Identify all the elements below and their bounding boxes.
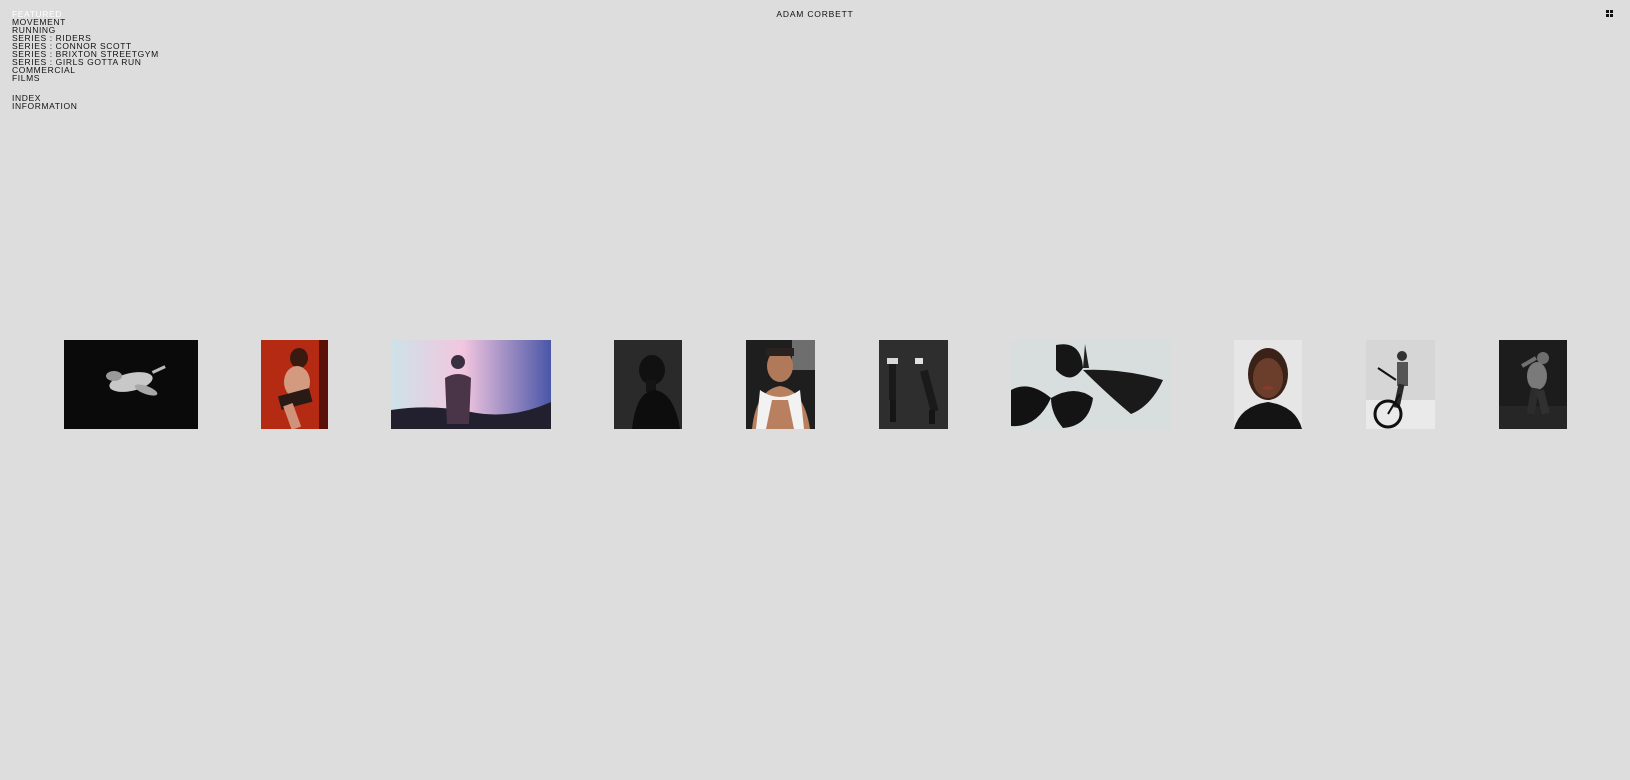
thumb-woman-portrait[interactable] [1234, 340, 1302, 429]
thumb-handstand-pair[interactable] [879, 340, 948, 429]
thumb-dancer-floating-black[interactable] [64, 340, 198, 429]
thumb-rider-bicycle[interactable] [1366, 340, 1435, 429]
thumb-profile-hooded[interactable] [614, 340, 682, 429]
thumb-black-petals[interactable] [1011, 340, 1171, 429]
thumb-figure-light-flare[interactable] [391, 340, 551, 429]
thumb-man-red-wall[interactable] [261, 340, 328, 429]
thumb-man-dark-pose[interactable] [1499, 340, 1567, 429]
thumb-smiling-man-towel[interactable] [746, 340, 815, 429]
gallery-strip [0, 0, 1630, 780]
